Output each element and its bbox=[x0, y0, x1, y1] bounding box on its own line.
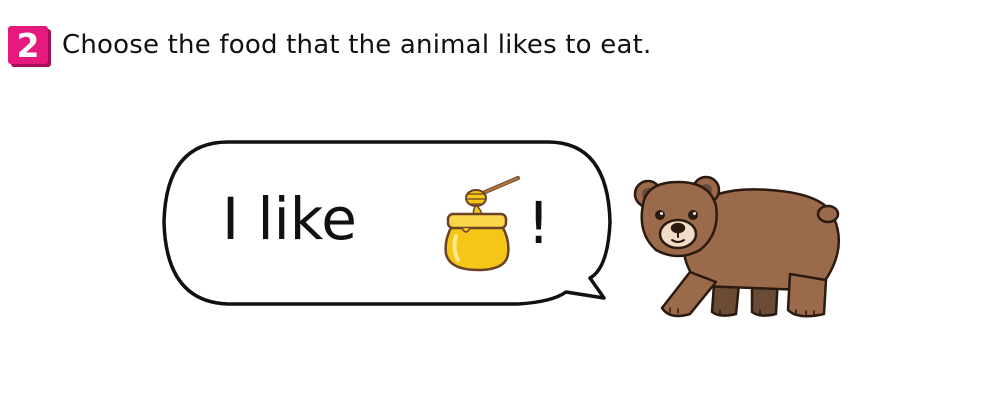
bubble-text-after: ! bbox=[527, 189, 551, 257]
bubble-text-before: I like bbox=[222, 185, 357, 253]
illustration bbox=[162, 140, 841, 318]
bear-icon bbox=[633, 175, 841, 318]
